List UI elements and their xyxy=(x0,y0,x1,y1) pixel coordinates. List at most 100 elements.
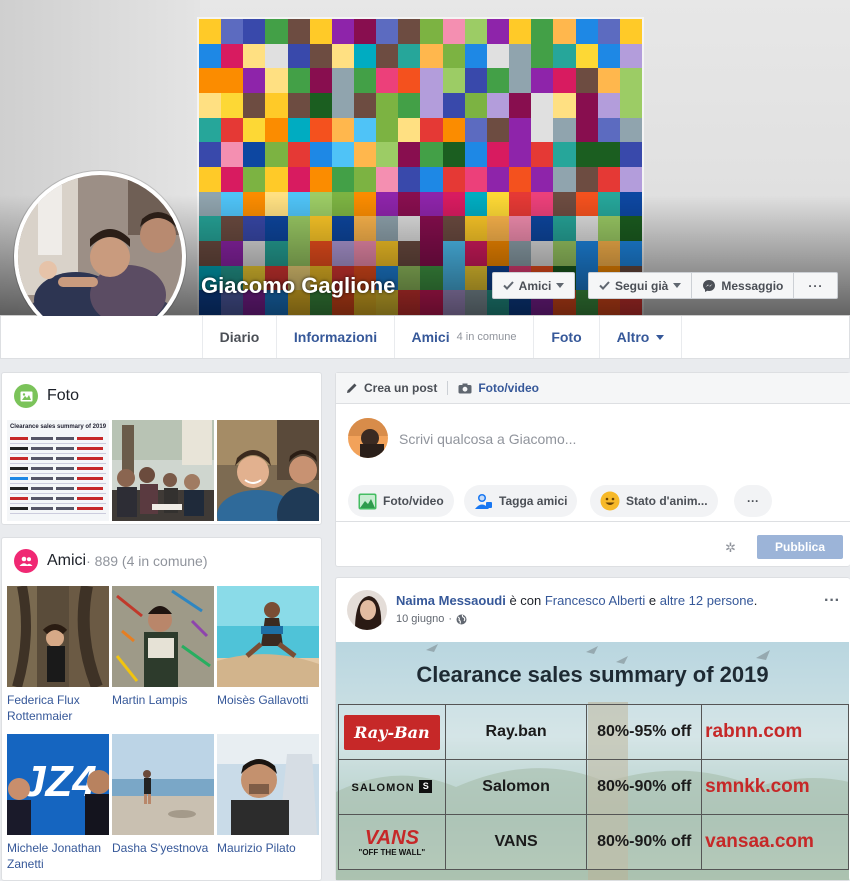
photo-video-label: Foto/video xyxy=(478,381,540,395)
tab-amici[interactable]: Amici 4 in comune xyxy=(395,316,534,358)
photo-thumbnail-2[interactable] xyxy=(112,420,214,521)
photo-video-action[interactable]: Foto/video xyxy=(348,485,454,517)
brand-logo-cell: SALOMON S xyxy=(338,759,446,815)
feed-post: Naima Messaoudi è con Francesco Alberti … xyxy=(335,577,850,881)
mosaic-tile xyxy=(509,68,532,93)
mosaic-tile xyxy=(553,142,576,167)
thumbnail-table-cell xyxy=(56,477,74,480)
friend-name-5[interactable]: Dasha S'yestnova xyxy=(112,840,212,856)
photo-video-tab[interactable]: Foto/video xyxy=(448,381,549,395)
mosaic-tile xyxy=(464,166,487,192)
discount-cell: 80%-95% off xyxy=(586,704,703,760)
friends-card-title: Amici xyxy=(47,552,87,569)
composer-header: Crea un post Foto/video xyxy=(336,373,850,404)
friends-card-header[interactable]: Amici · 889 (4 in comune) xyxy=(14,549,208,573)
mosaic-tile xyxy=(553,19,576,44)
following-button[interactable]: Segui già xyxy=(589,273,693,298)
friend-photo-3[interactable] xyxy=(217,586,319,687)
mosaic-tile xyxy=(442,43,465,69)
friend-name-1[interactable]: Federica Flux Rottenmaier xyxy=(7,692,107,724)
composer-more-button[interactable]: ··· xyxy=(734,485,772,517)
mosaic-tile xyxy=(199,19,222,44)
message-button[interactable]: Messaggio xyxy=(692,273,795,298)
mosaic-tile xyxy=(331,117,355,143)
composer-input[interactable]: Scrivi qualcosa a Giacomo... xyxy=(399,431,576,447)
friend-photo-4[interactable]: JZ4 xyxy=(7,734,109,835)
photo-thumbnail-1[interactable]: Clearance sales summary of 2019 xyxy=(7,420,109,521)
photos-card-header[interactable]: Foto xyxy=(14,384,79,408)
thumbnail-table-cell xyxy=(77,447,103,450)
photos-card: Foto Clearance sales summary of 2019 xyxy=(1,372,322,525)
brand-cell: VANS xyxy=(444,814,588,870)
more-options-button[interactable]: ··· xyxy=(794,273,837,298)
more-dots-icon: ··· xyxy=(747,494,759,508)
mosaic-tile xyxy=(354,92,377,118)
feeling-action[interactable]: Stato d'anim... xyxy=(590,485,718,517)
mosaic-tile xyxy=(464,19,487,44)
mosaic-tile xyxy=(354,43,377,69)
mosaic-tile xyxy=(575,92,598,118)
mosaic-tile xyxy=(442,92,465,118)
mosaic-tile xyxy=(199,92,222,118)
mosaic-tile xyxy=(354,142,377,167)
thumbnail-table-cell xyxy=(31,437,53,440)
friend-name-4[interactable]: Michele Jonathan Zanetti xyxy=(7,840,107,872)
mosaic-tile xyxy=(309,92,332,118)
tab-foto[interactable]: Foto xyxy=(534,316,600,358)
tab-altro[interactable]: Altro xyxy=(600,316,682,358)
photos-card-title: Foto xyxy=(47,387,80,404)
friend-name-6[interactable]: Maurizio Pilato xyxy=(217,840,317,856)
brand-logo-cell: VANS "OFF THE WALL" xyxy=(338,814,446,870)
mosaic-tile xyxy=(265,92,288,118)
pencil-icon xyxy=(347,383,357,393)
post-others-link[interactable]: altre 12 persone xyxy=(660,593,754,608)
friend-name-3[interactable]: Moisès Gallavotti xyxy=(217,692,317,708)
mosaic-tile xyxy=(265,166,288,192)
friend-photo-2[interactable] xyxy=(112,586,214,687)
mosaic-tile xyxy=(464,68,487,93)
friend-photo-1[interactable] xyxy=(7,586,109,687)
mosaic-tile xyxy=(221,43,244,69)
profile-name[interactable]: Giacomo Gaglione xyxy=(201,273,395,299)
globe-icon[interactable] xyxy=(456,614,467,625)
post-tagged-name[interactable]: Francesco Alberti xyxy=(545,593,645,608)
create-post-tab[interactable]: Crea un post xyxy=(346,381,449,395)
friends-button-label: Amici xyxy=(518,278,552,293)
friend-photo-6[interactable] xyxy=(217,734,319,835)
post-author-avatar[interactable] xyxy=(347,590,387,630)
mosaic-tile xyxy=(287,68,310,93)
mosaic-tile xyxy=(354,117,377,143)
mosaic-tile xyxy=(486,92,510,118)
post-author-name[interactable]: Naima Messaoudi xyxy=(396,593,506,608)
mosaic-tile xyxy=(597,43,620,69)
friend-name-2[interactable]: Martin Lampis xyxy=(112,692,212,708)
site-cell: vansaa.com xyxy=(701,814,849,870)
thumbnail-table-cell xyxy=(56,447,74,450)
thumbnail-table-row xyxy=(10,504,106,514)
thumbnail-table-row xyxy=(10,444,106,454)
tab-diario[interactable]: Diario xyxy=(202,316,277,358)
photo-thumbnail-3[interactable] xyxy=(217,420,319,521)
mosaic-tile xyxy=(619,117,642,143)
mosaic-tile xyxy=(619,142,642,167)
thumbnail-table-cell xyxy=(31,447,53,450)
post-image[interactable]: Clearance sales summary of 2019 Ray-Ban … xyxy=(336,642,849,880)
tab-informazioni[interactable]: Informazioni xyxy=(277,316,395,358)
mosaic-tile xyxy=(575,166,598,192)
discount-cell: 80%-90% off xyxy=(586,759,703,815)
profile-tab-bar: Diario Informazioni Amici 4 in comune Fo… xyxy=(0,316,850,359)
mosaic-tile xyxy=(597,68,620,93)
tag-friends-action[interactable]: Tagga amici xyxy=(464,485,578,517)
mosaic-tile xyxy=(553,43,576,69)
friend-photo-5[interactable] xyxy=(112,734,214,835)
post-date[interactable]: 10 giugno xyxy=(396,613,444,625)
mosaic-tile xyxy=(376,166,399,192)
mosaic-tile xyxy=(597,19,620,44)
mosaic-tile xyxy=(420,19,443,44)
mosaic-tile xyxy=(509,92,532,118)
mosaic-tile xyxy=(398,43,421,69)
publish-button[interactable]: Pubblica xyxy=(757,535,843,559)
friends-button[interactable]: Amici xyxy=(492,272,575,299)
post-menu-button[interactable]: ··· xyxy=(824,592,840,610)
settings-gear-icon[interactable]: ✲ xyxy=(725,540,736,556)
